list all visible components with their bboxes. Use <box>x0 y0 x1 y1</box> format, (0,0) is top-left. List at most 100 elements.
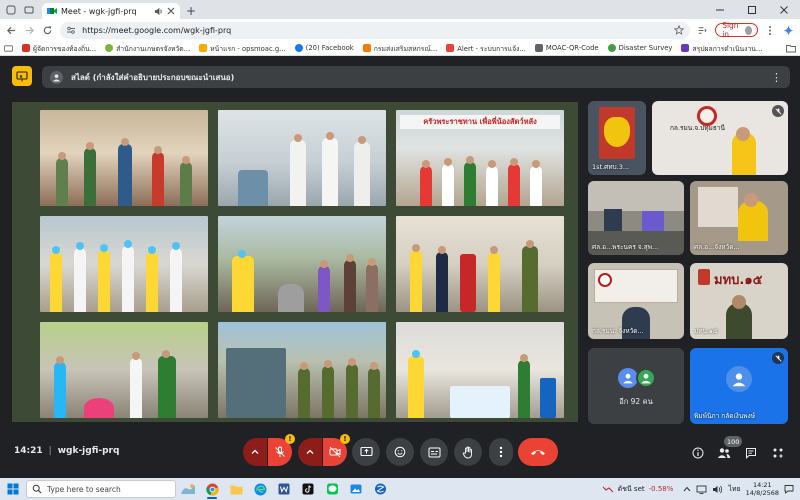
taskbar-search[interactable]: Type here to search <box>26 480 176 498</box>
edge-app-icon[interactable] <box>248 478 272 500</box>
muted-mic-icon <box>772 352 784 364</box>
reactions-button[interactable] <box>386 438 414 466</box>
audio-options-button[interactable] <box>243 438 267 466</box>
activities-icon <box>773 448 783 458</box>
bookmarks-folder-icon[interactable] <box>786 44 796 53</box>
close-tab-icon[interactable] <box>167 7 175 15</box>
presentation-indicator-icon[interactable] <box>12 66 32 86</box>
close-window-icon[interactable] <box>768 0 800 19</box>
bookmark-label: สรุปผลการดำเนินงาน... <box>692 44 763 53</box>
activities-button[interactable] <box>768 443 788 463</box>
network-icon[interactable] <box>696 485 707 494</box>
bookmark-favicon-icon <box>681 44 690 52</box>
chrome-app-icon[interactable] <box>200 478 224 500</box>
leave-call-button[interactable] <box>518 438 558 466</box>
bookmark-label: หน้าแรก - opsmoac.g... <box>210 44 286 53</box>
notifications-icon[interactable] <box>784 484 794 494</box>
mic-toggle-button[interactable]: ! <box>268 434 295 466</box>
photos-app-icon[interactable] <box>344 478 368 500</box>
bookmark-item[interactable]: สำนักงานเกษตรจังหวัด... <box>105 43 190 54</box>
start-button[interactable] <box>0 478 26 500</box>
profile-icon[interactable] <box>4 3 18 16</box>
new-tab-button[interactable]: + <box>183 3 199 19</box>
participant-tile[interactable]: พิมพ์นิภา กลัดเงินพงษ์ <box>690 348 788 424</box>
more-participants-tile[interactable]: อีก 92 คน <box>588 348 684 424</box>
meeting-details-button[interactable] <box>688 443 708 463</box>
stock-widget[interactable]: ดัชนี set -0.58% <box>602 484 673 495</box>
participant-name: พิมพ์นิภา กลัดเงินพงษ์ <box>694 412 756 420</box>
show-hidden-icons-icon[interactable] <box>683 486 691 492</box>
system-tray: ไทย 14:21 14/8/2568 <box>673 481 800 497</box>
tiktok-app-icon[interactable] <box>296 478 320 500</box>
tile-logo-text: มทบ.๑๕ <box>714 273 763 288</box>
clock-date: 14/8/2568 <box>745 489 779 497</box>
present-button[interactable] <box>352 438 380 466</box>
bookmark-label: (20) Facebook <box>305 44 354 52</box>
muted-mic-icon <box>772 105 784 117</box>
bookmark-item[interactable]: หน้าแรก - opsmoac.g... <box>199 43 286 54</box>
stock-chart-icon <box>602 486 614 493</box>
video-options-button[interactable] <box>298 438 322 466</box>
word-app-icon[interactable] <box>272 478 296 500</box>
bookmark-item[interactable]: MOAC-QR-Code <box>534 44 599 52</box>
meet-window: สไลด์ (กำลังใส่คำอธิบายประกอบขณะนำเสนอ) … <box>0 56 800 478</box>
browser-menu-icon[interactable] <box>765 23 776 37</box>
clock-time: 14:21 <box>752 481 772 489</box>
bookmark-item[interactable]: ผู้จัดการของท้องถิ่น... <box>22 43 96 54</box>
more-options-button[interactable] <box>489 438 513 466</box>
participant-tile[interactable]: ศล.อ...พระนคร จ.สุพ... <box>588 181 684 255</box>
bookmark-item[interactable]: Disaster Survey <box>607 44 672 52</box>
taskbar-clock[interactable]: 14:21 14/8/2568 <box>746 481 779 497</box>
back-icon[interactable] <box>6 23 17 37</box>
maximize-icon[interactable] <box>736 0 768 19</box>
slide-photo <box>40 110 208 206</box>
raise-hand-button[interactable] <box>454 438 482 466</box>
participant-name: 1st.ศทบ.3... <box>592 163 630 171</box>
reading-list-icon[interactable] <box>697 23 708 37</box>
tab-meet[interactable]: Meet - wgk-jgfi-prq <box>42 3 180 19</box>
line-app-icon[interactable] <box>320 478 344 500</box>
bookmark-item[interactable]: Alert - ระบบการแจ้ง... <box>446 43 526 54</box>
omnibox[interactable]: https://meet.google.com/wgk-jgfi-prq <box>60 21 691 39</box>
meeting-code: wgk-jgfi-prq <box>57 446 120 456</box>
captions-button[interactable] <box>420 438 448 466</box>
camera-off-icon <box>329 446 341 458</box>
bookmark-star-icon[interactable] <box>674 25 685 35</box>
bookmark-item[interactable]: สรุปผลการดำเนินงาน... <box>681 43 762 54</box>
search-placeholder: Type here to search <box>47 484 121 494</box>
hang-up-icon <box>531 450 545 455</box>
widgets-app-icon[interactable] <box>176 478 200 500</box>
chat-button[interactable] <box>741 443 761 463</box>
bookmark-favicon-icon <box>199 44 208 52</box>
bookmarks-bar: ผู้จัดการของท้องถิ่น... สำนักงานเกษตรจัง… <box>0 41 800 56</box>
forward-icon[interactable] <box>24 23 35 37</box>
audio-playing-icon[interactable] <box>154 7 163 16</box>
sign-in-button[interactable]: Sign in <box>715 21 758 39</box>
bookmark-favicon-icon <box>105 44 114 52</box>
bookmark-item[interactable]: (20) Facebook <box>294 44 354 52</box>
tab-actions-icon[interactable] <box>22 3 36 16</box>
file-explorer-icon[interactable] <box>224 478 248 500</box>
participant-tile[interactable]: ศล.อ...จังหวัด... <box>690 181 788 255</box>
minimize-icon[interactable] <box>704 0 736 19</box>
reload-icon[interactable] <box>42 23 53 37</box>
captions-icon <box>428 447 440 457</box>
participant-tile[interactable]: กล.รมน.จ.ปทุมธานี <box>652 101 788 175</box>
meeting-time: 14:21 <box>14 446 43 456</box>
meet-app-icon[interactable] <box>368 478 392 500</box>
input-language[interactable]: ไทย <box>728 484 740 495</box>
gemini-icon[interactable] <box>783 23 794 37</box>
url-text[interactable]: https://meet.google.com/wgk-jgfi-prq <box>82 26 668 35</box>
apps-grid-icon[interactable] <box>4 44 13 53</box>
participant-tile[interactable]: มทบ.๑๕ มทบ.๑๕ <box>690 263 788 339</box>
bookmark-item[interactable]: กรมส่งเสริมสหกรณ์... <box>362 43 437 54</box>
window-left-controls <box>0 0 36 19</box>
bookmark-label: สำนักงานเกษตรจังหวัด... <box>116 44 191 53</box>
volume-icon[interactable] <box>712 485 723 494</box>
participant-tile[interactable]: กล.รมน. จังหวัด... <box>588 263 684 339</box>
camera-toggle-button[interactable]: ! <box>323 434 350 466</box>
participant-tile[interactable]: 1st.ศทบ.3... <box>588 101 646 175</box>
presentation-more-icon[interactable]: ⋮ <box>771 71 782 84</box>
site-info-icon[interactable] <box>66 25 76 35</box>
stock-label: ดัชนี set <box>617 484 645 493</box>
